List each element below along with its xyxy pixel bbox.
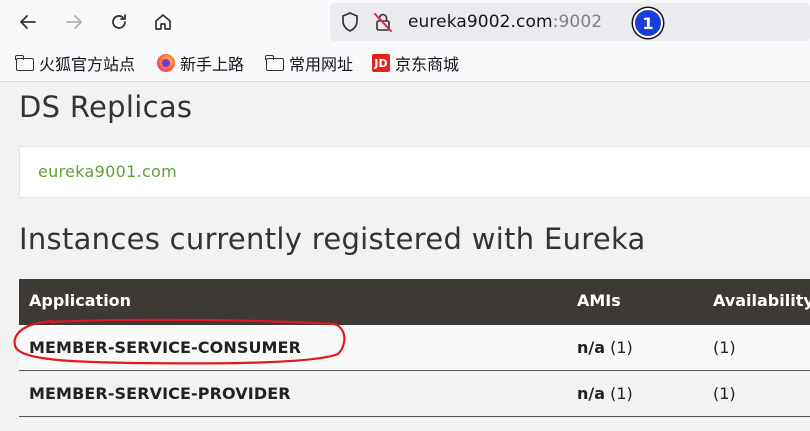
amis-value: n/a — [577, 338, 606, 357]
amis-cell: n/a (1) — [577, 384, 633, 403]
amis-value: n/a — [577, 384, 606, 403]
url-text[interactable]: eureka9002.com:9002 — [408, 12, 602, 32]
ds-replicas-heading: DS Replicas — [19, 90, 193, 124]
availability-cell: (1) — [713, 384, 736, 403]
replica-link[interactable]: eureka9001.com — [38, 162, 177, 181]
bookmark-label: 常用网址 — [289, 55, 354, 74]
replicas-panel: eureka9001.com — [19, 146, 810, 198]
table-row: MEMBER-SERVICE-PROVIDER n/a (1) (1) — [19, 371, 810, 417]
instances-heading: Instances currently registered with Eure… — [19, 222, 646, 256]
browser-toolbar: eureka9002.com:9002 1 — [0, 0, 810, 44]
amis-count: (1) — [610, 338, 633, 357]
shield-icon[interactable] — [340, 11, 360, 37]
bookmark-label: 火狐官方站点 — [39, 55, 136, 74]
bookmark-getting-started[interactable]: 新手上路 — [157, 52, 244, 74]
bookmark-label: 新手上路 — [180, 55, 245, 74]
back-arrow-icon[interactable] — [12, 6, 44, 38]
home-icon[interactable] — [147, 6, 179, 38]
bookmark-firefox-official[interactable]: 火狐官方站点 — [15, 52, 136, 74]
column-header-application: Application — [29, 291, 132, 310]
column-header-availability: Availability — [713, 291, 810, 310]
folder-icon — [15, 55, 34, 71]
column-header-amis: AMIs — [577, 291, 621, 310]
bookmark-common-sites[interactable]: 常用网址 — [265, 52, 354, 74]
forward-arrow-icon[interactable] — [58, 6, 90, 38]
reload-icon[interactable] — [103, 6, 135, 38]
jd-icon: JD — [372, 54, 390, 72]
folder-icon — [265, 55, 284, 71]
annotation-circle — [13, 318, 346, 365]
url-port: :9002 — [552, 12, 603, 32]
bookmark-label: 京东商城 — [395, 55, 460, 74]
url-host: eureka9002.com — [408, 12, 553, 32]
url-bar[interactable]: eureka9002.com:9002 1 — [330, 3, 810, 41]
availability-cell: (1) — [713, 338, 736, 357]
application-name: MEMBER-SERVICE-PROVIDER — [29, 384, 291, 403]
amis-cell: n/a (1) — [577, 338, 633, 357]
insecure-lock-icon[interactable] — [372, 11, 394, 37]
annotation-number-badge: 1 — [633, 8, 663, 38]
firefox-icon — [157, 54, 175, 72]
bookmarks-bar: 火狐官方站点 新手上路 常用网址 JD 京东商城 — [0, 44, 810, 82]
eureka-page: DS Replicas eureka9001.com Instances cur… — [0, 82, 810, 431]
bookmark-jd-mall[interactable]: JD 京东商城 — [372, 52, 459, 74]
amis-count: (1) — [610, 384, 633, 403]
